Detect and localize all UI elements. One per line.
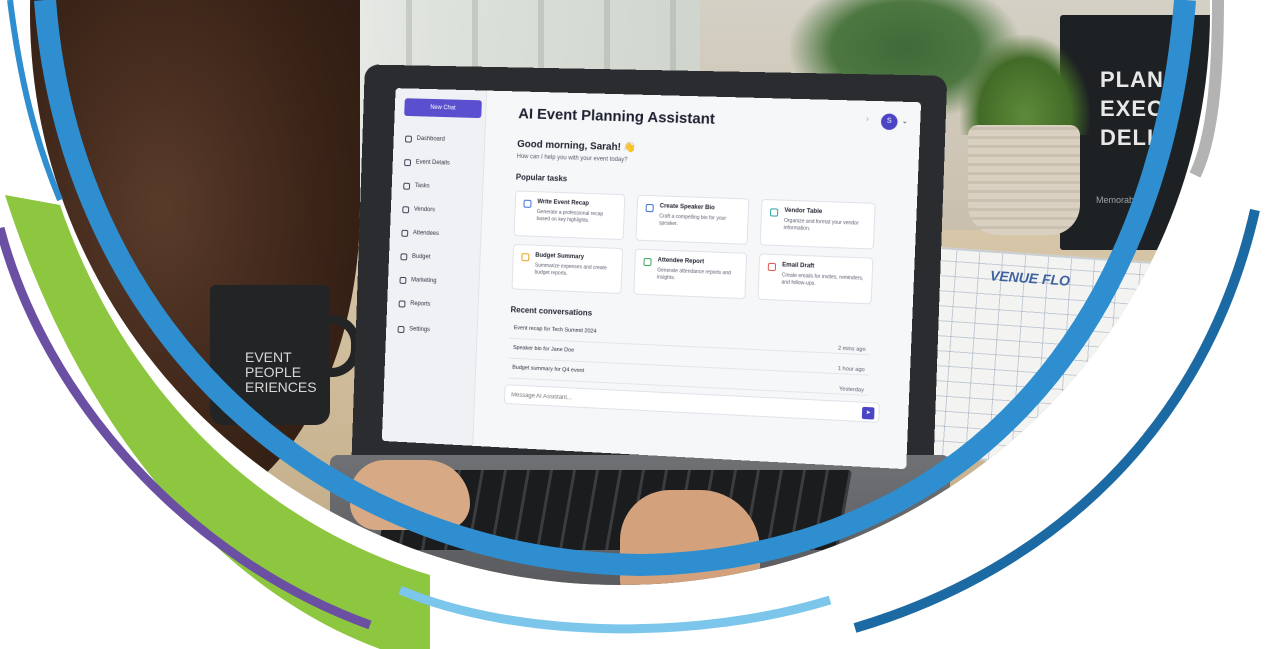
green-band xyxy=(5,195,430,649)
gray-arc xyxy=(1189,0,1224,178)
dark-blue-arc xyxy=(853,208,1260,633)
light-blue-arc xyxy=(398,585,832,634)
decorative-arcs xyxy=(0,0,1260,649)
